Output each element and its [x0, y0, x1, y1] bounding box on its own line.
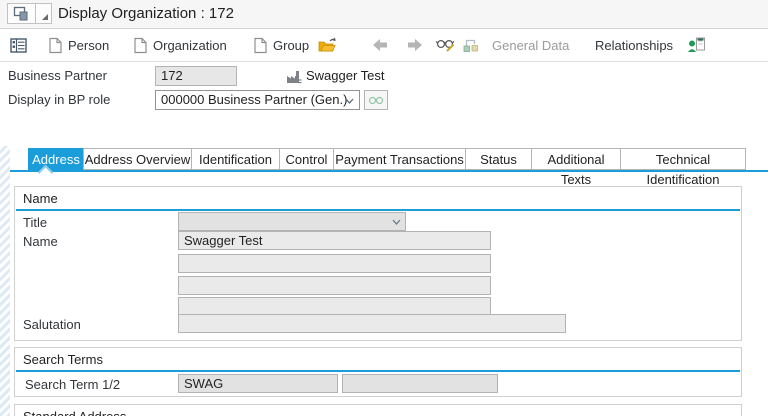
left-edge-stripes	[0, 146, 10, 416]
person-button[interactable]: Person	[48, 29, 109, 61]
tab-address[interactable]: Address	[28, 148, 84, 170]
back-button[interactable]	[371, 29, 389, 61]
corner-triangle-icon	[42, 14, 48, 20]
document-icon	[134, 37, 147, 53]
display-change-button[interactable]	[435, 29, 456, 61]
name-group-box: Name Title Name Swagger Test Salutation	[14, 186, 742, 341]
title-label: Title	[23, 215, 48, 230]
salutation-field[interactable]	[178, 314, 566, 333]
arrow-right-icon	[408, 39, 422, 51]
person-button-label: Person	[68, 37, 110, 53]
display-change-glasses-icon	[435, 39, 455, 52]
bp-role-value: 000000 Business Partner (Gen.)	[161, 92, 348, 107]
organization-button-label: Organization	[153, 37, 227, 53]
bp-role-label: Display in BP role	[8, 92, 111, 107]
tab-identification[interactable]: Identification	[191, 148, 280, 170]
organization-button[interactable]: Organization	[133, 29, 227, 61]
name-label: Name	[23, 234, 58, 249]
screen-options-button[interactable]	[35, 3, 52, 24]
name-field-1[interactable]: Swagger Test	[178, 231, 491, 250]
bp-role-grouping-button[interactable]	[462, 29, 481, 61]
bp-role-details-button[interactable]	[364, 90, 388, 110]
hierarchy-icon	[463, 39, 478, 52]
tab-address-overview[interactable]: Address Overview	[83, 148, 192, 170]
relationships-button[interactable]: Relationships	[595, 29, 673, 61]
open-folder-icon	[318, 37, 336, 52]
general-data-button[interactable]: General Data	[492, 29, 569, 61]
tab-control[interactable]: Control	[279, 148, 334, 170]
tab-payment-transactions[interactable]: Payment Transactions	[333, 148, 466, 170]
business-partner-label: Business Partner	[8, 68, 107, 83]
tab-technical-identification[interactable]: Technical Identification	[620, 148, 746, 187]
overview-button[interactable]	[10, 29, 27, 61]
tab-status[interactable]: Status	[465, 148, 532, 170]
name-field-3[interactable]	[178, 276, 491, 295]
overview-grid-icon	[10, 37, 27, 53]
arrow-left-icon	[373, 39, 387, 51]
relationships-label: Relationships	[595, 37, 674, 53]
business-partner-field[interactable]: 172	[155, 66, 237, 86]
group-button[interactable]: Group	[253, 29, 309, 61]
document-icon	[49, 37, 62, 53]
name-section-header: Name	[16, 189, 740, 211]
business-partner-name: Swagger Test	[306, 68, 385, 83]
document-icon	[254, 37, 267, 53]
role-glasses-icon	[368, 96, 384, 104]
search-term-1-field[interactable]: SWAG	[178, 374, 338, 393]
chevron-down-icon	[345, 98, 354, 104]
chevron-down-icon	[392, 219, 401, 225]
title-bar: Display Organization : 172	[0, 0, 768, 29]
organization-factory-icon	[287, 71, 302, 84]
tab-additional-texts[interactable]: Additional Texts	[531, 148, 621, 187]
search-term-label: Search Term 1/2	[25, 377, 121, 392]
title-dropdown[interactable]	[178, 212, 406, 231]
open-bp-button[interactable]	[317, 29, 337, 61]
services-icon	[13, 6, 27, 20]
tab-strip: Address Address Overview Identification …	[28, 148, 746, 187]
person-card-icon	[688, 37, 705, 52]
titlebar-button-group	[7, 3, 52, 24]
search-terms-section-header: Search Terms	[16, 350, 740, 372]
bp-role-combobox[interactable]: 000000 Business Partner (Gen.)	[155, 90, 360, 110]
application-toolbar: Person Organization Group General Data R…	[0, 29, 768, 62]
page-title: Display Organization : 172	[58, 5, 234, 22]
standard-address-section-header: Standard Address	[16, 407, 740, 416]
search-term-2-field[interactable]	[342, 374, 498, 393]
group-button-label: Group	[273, 37, 310, 53]
sap-gui-window: Display Organization : 172 Person Organi…	[0, 0, 768, 416]
tab-underline	[10, 170, 768, 172]
salutation-label: Salutation	[23, 317, 81, 332]
name-field-2[interactable]	[178, 254, 491, 273]
standard-address-group-box: Standard Address	[14, 404, 742, 416]
services-button[interactable]	[7, 3, 36, 24]
bp-relationships-button[interactable]	[687, 29, 706, 61]
general-data-label: General Data	[492, 37, 570, 53]
search-terms-group-box: Search Terms Search Term 1/2 SWAG	[14, 347, 742, 397]
forward-button[interactable]	[406, 29, 424, 61]
